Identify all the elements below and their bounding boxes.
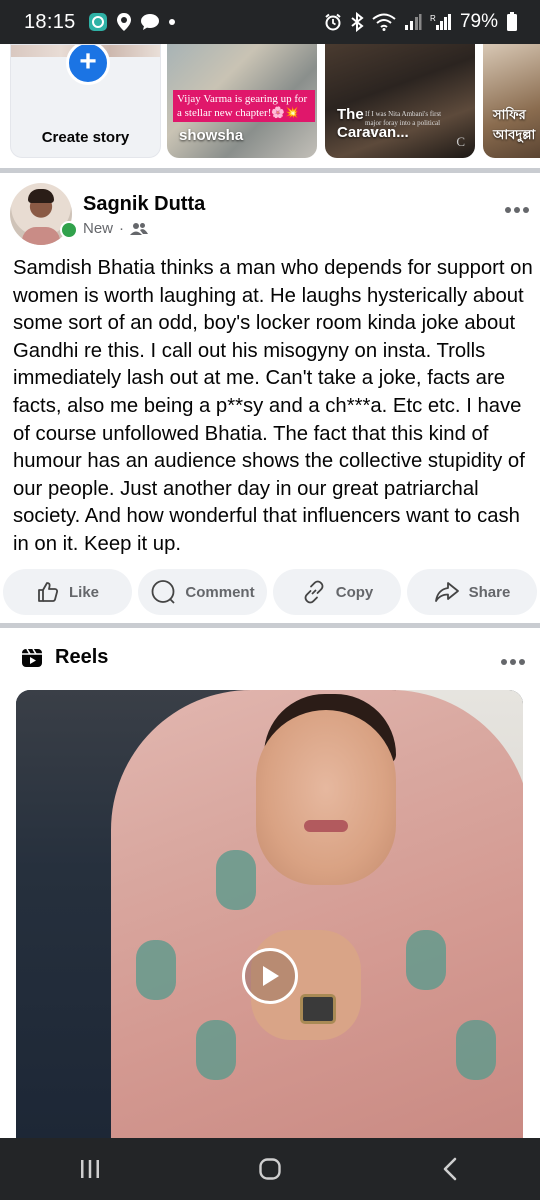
home-button[interactable] (240, 1144, 300, 1194)
alarm-icon (324, 13, 342, 31)
story-author-name-line-1: The (337, 106, 364, 123)
story-author-name: সাফির আবদুল্লা (493, 106, 535, 146)
create-story-label: Create story (41, 129, 130, 146)
copy-label: Copy (335, 583, 374, 601)
plus-icon: + (66, 45, 110, 85)
status-time: 18:15 (24, 10, 76, 33)
back-chevron-icon (442, 1157, 458, 1181)
copy-button[interactable]: Copy (273, 569, 401, 615)
share-arrow-icon (434, 580, 460, 604)
battery-icon (506, 12, 518, 32)
thumbs-up-icon (36, 580, 60, 604)
status-bar-left: 18:15 (24, 11, 176, 34)
play-icon (259, 964, 281, 988)
reel-lips (304, 820, 348, 832)
comment-icon (150, 579, 176, 605)
svg-text:R: R (430, 14, 436, 23)
reels-icon (21, 646, 43, 673)
chat-icon (140, 13, 160, 31)
post-more-options-icon[interactable] (504, 194, 530, 220)
signal-icon (404, 13, 422, 31)
story-author-name: showsha (179, 127, 244, 144)
caravan-logo-icon: C (456, 134, 465, 149)
post-header: Sagnik Dutta New · (0, 180, 540, 250)
story-card-safir-abdulla[interactable]: সাফির আবদুল্লা (483, 44, 540, 158)
reels-title: Reels (55, 646, 109, 668)
link-icon (301, 579, 327, 605)
friends-audience-icon[interactable] (130, 222, 149, 236)
story-author-name-line-2: আবদুল্লা (493, 128, 536, 143)
story-card-the-caravan[interactable]: If I was Nita Ambani's first major foray… (325, 44, 475, 158)
avatar-hair (28, 189, 54, 203)
status-bar-right: R 79% (324, 11, 518, 33)
meta-separator: · (119, 220, 125, 237)
avatar-shirt (22, 227, 60, 245)
status-bar: 18:15 R 79% (0, 0, 540, 44)
home-icon (258, 1157, 282, 1181)
location-icon (116, 12, 132, 32)
post-body-text: Samdish Bhatia thinks a man who depends … (13, 257, 533, 555)
like-label: Like (68, 583, 99, 601)
reel-wristwatch (300, 994, 336, 1024)
battery-percent: 79% (459, 11, 498, 32)
story-author-name: The Caravan... (337, 106, 409, 142)
bluetooth-icon (350, 12, 364, 32)
reel-fabric-pattern (136, 940, 176, 1000)
comment-button[interactable]: Comment (138, 569, 267, 615)
app-notification-icon (88, 12, 108, 32)
reels-header: Reels (0, 638, 540, 678)
section-divider (0, 623, 540, 628)
online-status-indicator (60, 221, 78, 239)
like-button[interactable]: Like (3, 569, 132, 615)
reel-video-card[interactable] (16, 690, 523, 1138)
stories-tray: + Create story Vijay Varma is gearing up… (0, 44, 540, 166)
post-meta-label: New (83, 220, 114, 237)
signal-r-icon: R (430, 13, 452, 31)
story-card-showsha[interactable]: Vijay Varma is gearing up for a stellar … (167, 44, 317, 158)
recent-apps-icon (79, 1159, 101, 1179)
comment-label: Comment (185, 583, 255, 601)
reel-fabric-pattern (196, 1020, 236, 1080)
post-author-name[interactable]: Sagnik Dutta (83, 193, 205, 216)
section-divider (0, 168, 540, 173)
reel-face (256, 710, 396, 885)
reel-fabric-pattern (456, 1020, 496, 1080)
wifi-icon (372, 13, 396, 31)
system-navigation-bar (0, 1138, 540, 1200)
reel-fabric-pattern (216, 850, 256, 910)
play-button[interactable] (242, 948, 298, 1004)
post-meta: New · (83, 220, 149, 237)
story-author-name-line-1: সাফির (493, 108, 526, 123)
reel-fabric-pattern (406, 930, 446, 990)
share-label: Share (468, 583, 511, 601)
post-actions: Like Comment Copy Share (0, 569, 540, 617)
story-caption: Vijay Varma is gearing up for a stellar … (173, 90, 315, 122)
create-story-card[interactable]: + Create story (10, 44, 161, 158)
story-author-name-line-2: Caravan... (337, 124, 409, 141)
dot-icon (168, 18, 176, 26)
recent-apps-button[interactable] (60, 1144, 120, 1194)
share-button[interactable]: Share (407, 569, 537, 615)
back-button[interactable] (420, 1144, 480, 1194)
reels-more-options-icon[interactable] (500, 646, 526, 672)
